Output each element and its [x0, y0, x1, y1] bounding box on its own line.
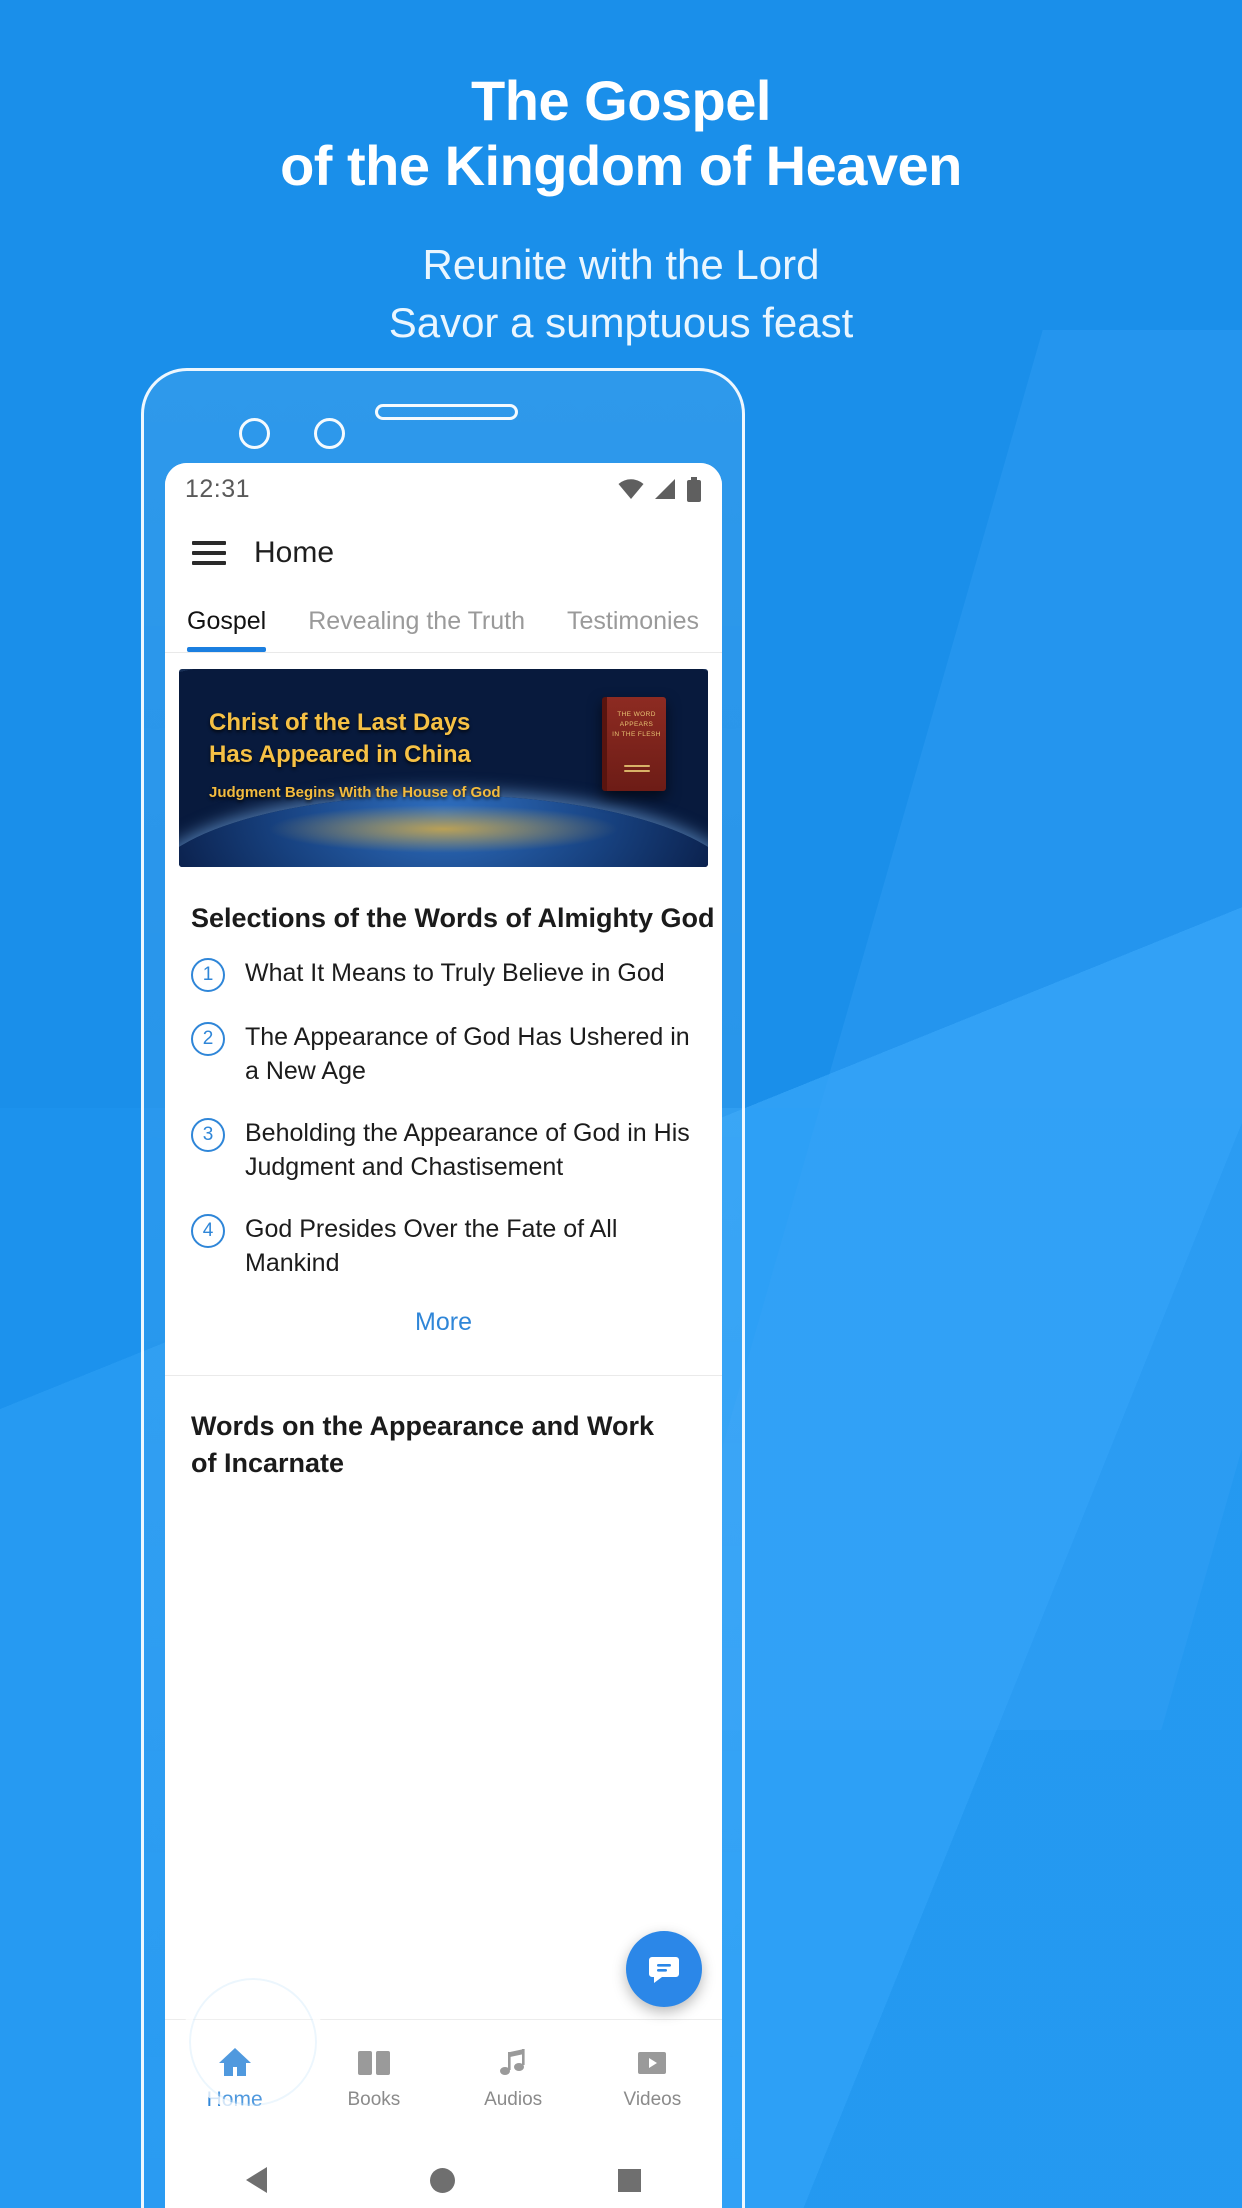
list-item[interactable]: 4 God Presides Over the Fate of All Mank…: [165, 1212, 722, 1280]
nav-item-home[interactable]: Home: [165, 2045, 304, 2112]
banner-headline-line2: Has Appeared in China: [209, 740, 471, 768]
sensor-icon: [314, 418, 345, 449]
nav-label-videos: Videos: [623, 2089, 682, 2110]
video-play-icon: [636, 2046, 668, 2080]
list-item-number: 4: [191, 1214, 225, 1248]
nav-label-books: Books: [347, 2089, 401, 2110]
list-item-label: God Presides Over the Fate of All Mankin…: [245, 1215, 618, 1277]
nav-item-books[interactable]: Books: [304, 2046, 443, 2111]
app-bar: Home: [165, 515, 722, 591]
home-circle-icon[interactable]: [429, 2167, 455, 2193]
section-title: Selections of the Words of Almighty God: [191, 903, 715, 933]
phone-mockup-frame: 12:31 Home Gospel Revealing the Truth Te…: [141, 368, 745, 2208]
poster-subtitle: Reunite with the Lord Savor a sumptuous …: [0, 240, 1242, 349]
section-divider: [165, 1375, 722, 1376]
music-note-icon: [498, 2046, 528, 2080]
hamburger-menu-icon[interactable]: [192, 541, 226, 565]
nav-label-home: Home: [206, 2088, 263, 2111]
tab-gospel[interactable]: Gospel: [187, 591, 286, 652]
more-link[interactable]: More: [165, 1308, 722, 1337]
book-title-line2: APPEARS: [619, 720, 654, 728]
list-item-label: What It Means to Truly Believe in God: [245, 959, 665, 987]
list-item[interactable]: 2 The Appearance of God Has Ushered in a…: [165, 1020, 722, 1088]
home-icon: [217, 2045, 253, 2079]
tab-bar[interactable]: Gospel Revealing the Truth Testimonies F…: [165, 591, 722, 653]
status-icons: [618, 476, 702, 502]
signal-icon: [655, 479, 675, 499]
banner-headline-line1: Christ of the Last Days: [209, 709, 471, 736]
poster-subtitle-line2: Savor a sumptuous feast: [388, 298, 854, 346]
list-item[interactable]: 1 What It Means to Truly Believe in God: [165, 956, 722, 992]
phone-screen: 12:31 Home Gospel Revealing the Truth Te…: [165, 463, 722, 2208]
banner-subline: Judgment Begins With the House of God: [209, 784, 501, 802]
nav-item-audios[interactable]: Audios: [444, 2046, 583, 2111]
poster-title: The Gospel of the Kingdom of Heaven: [0, 69, 1242, 197]
tab-testimonies[interactable]: Testimonies: [567, 591, 719, 652]
system-navigation-bar: [165, 2137, 722, 2208]
content-area: Christ of the Last Days Has Appeared in …: [165, 669, 722, 1482]
chat-bubble-icon: [649, 1957, 679, 1983]
earpiece-speaker: [375, 404, 518, 420]
book-decoration-lines: [623, 765, 650, 775]
poster-subtitle-line1: Reunite with the Lord: [422, 240, 820, 288]
list-item-label: The Appearance of God Has Ushered in a N…: [245, 1023, 690, 1085]
status-bar: 12:31: [165, 463, 722, 515]
wifi-icon: [618, 479, 644, 499]
books-icon: [357, 2046, 391, 2080]
list-item-number: 1: [191, 958, 225, 992]
battery-icon: [687, 476, 701, 502]
nav-label-audios: Audios: [484, 2089, 543, 2110]
tab-revealing-the-truth[interactable]: Revealing the Truth: [308, 591, 545, 652]
recents-square-icon[interactable]: [617, 2168, 641, 2192]
poster-title-line1: The Gospel: [471, 69, 771, 132]
front-camera-icon: [239, 418, 270, 449]
section-title-2: Words on the Appearance and Work of Inca…: [191, 1411, 655, 1478]
app-bar-title: Home: [254, 536, 335, 569]
list-item-number: 3: [191, 1118, 225, 1152]
nav-item-videos[interactable]: Videos: [583, 2046, 722, 2111]
article-list: 1 What It Means to Truly Believe in God …: [165, 956, 722, 1280]
status-time: 12:31: [185, 474, 251, 503]
hero-banner[interactable]: Christ of the Last Days Has Appeared in …: [179, 669, 708, 867]
book-title-line1: THE WORD: [617, 711, 656, 718]
list-item[interactable]: 3 Beholding the Appearance of God in His…: [165, 1116, 722, 1184]
poster-title-line2: of the Kingdom of Heaven: [280, 133, 962, 197]
banner-text-block: Christ of the Last Days Has Appeared in …: [209, 707, 524, 801]
bottom-navigation: Home Books Audios Videos: [165, 2019, 722, 2137]
list-item-label: Beholding the Appearance of God in His J…: [245, 1119, 690, 1181]
book-title-line3: IN THE FLESH: [612, 730, 661, 738]
back-triangle-icon[interactable]: [246, 2167, 268, 2193]
book-cover-graphic: THE WORD APPEARS IN THE FLESH: [602, 697, 666, 791]
poster-header: The Gospel of the Kingdom of Heaven Reun…: [0, 69, 1242, 349]
list-item-number: 2: [191, 1022, 225, 1056]
chat-fab-button[interactable]: [626, 1931, 702, 2007]
